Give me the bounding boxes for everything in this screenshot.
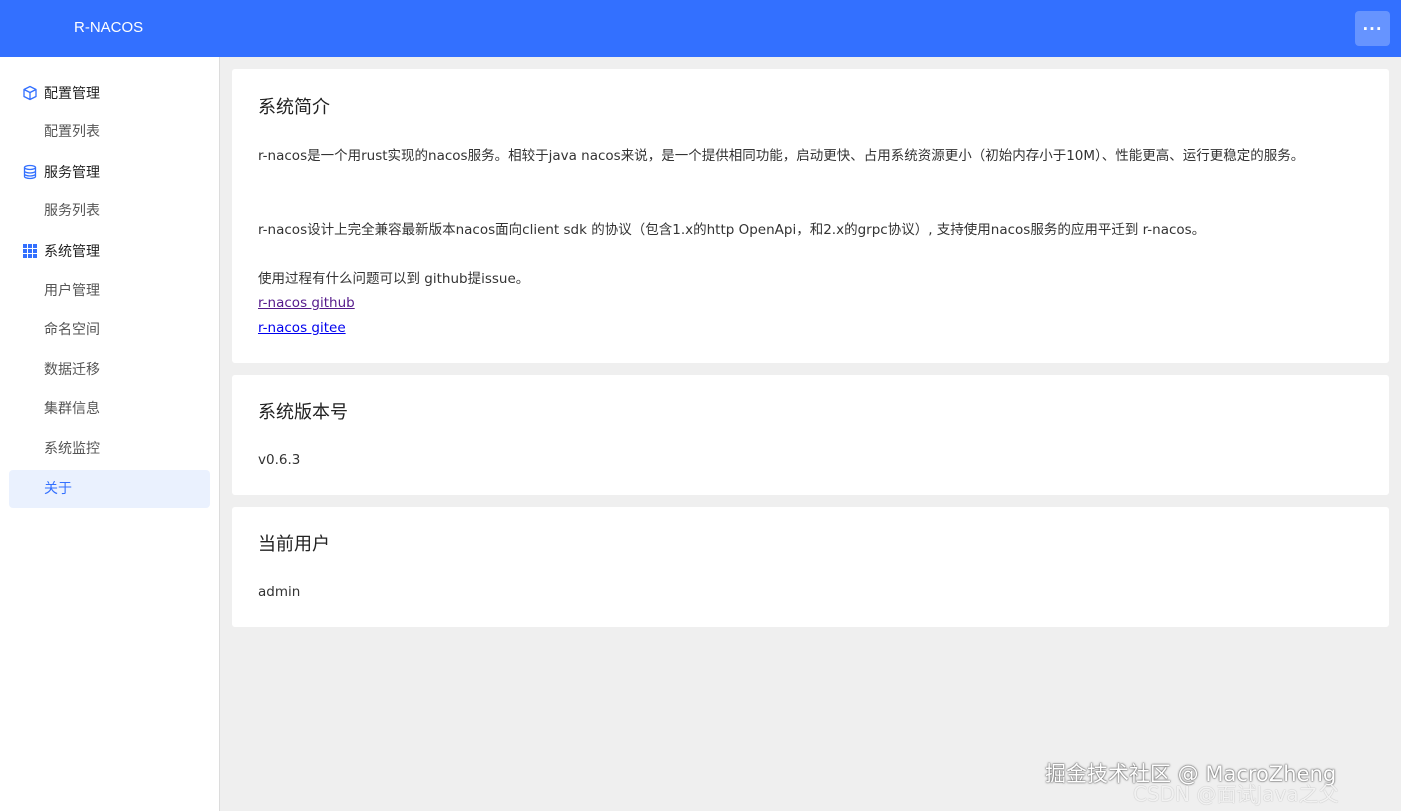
menu-item-user-management[interactable]: 用户管理 — [44, 281, 100, 301]
menu-item-system-monitor[interactable]: 系统监控 — [44, 439, 100, 459]
intro-title: 系统简介 — [258, 97, 330, 118]
grid-icon — [22, 243, 38, 259]
current-user-card: 当前用户 admin — [232, 507, 1389, 627]
menu-group-system-label: 系统管理 — [44, 244, 100, 260]
top-header: R-NACOS ··· — [0, 0, 1401, 57]
current-user-title: 当前用户 — [258, 534, 330, 555]
menu-item-data-migration[interactable]: 数据迁移 — [44, 360, 100, 380]
menu-item-about[interactable] — [9, 470, 210, 508]
database-icon — [22, 164, 38, 180]
intro-card: 系统简介 r-nacos是一个用rust实现的nacos服务。相较于java n… — [232, 69, 1389, 363]
menu-group-service[interactable]: 服务管理 — [22, 162, 100, 182]
menu-group-service-label: 服务管理 — [44, 165, 100, 181]
menu-item-cluster-info[interactable]: 集群信息 — [44, 399, 100, 419]
menu-group-system[interactable]: 系统管理 — [22, 241, 100, 261]
version-card: 系统版本号 v0.6.3 — [232, 375, 1389, 495]
app-title: R-NACOS — [74, 19, 144, 36]
menu-group-config-label: 配置管理 — [44, 86, 100, 102]
version-value: v0.6.3 — [258, 452, 301, 468]
gitee-link[interactable]: r-nacos gitee — [258, 316, 346, 340]
menu-item-service-list[interactable]: 服务列表 — [44, 201, 100, 221]
menu-item-config-list[interactable]: 配置列表 — [44, 122, 100, 142]
watermark-csdn: CSDN @面试Java之父 — [1133, 782, 1339, 806]
menu-item-about-label: 关于 — [44, 481, 72, 497]
version-title: 系统版本号 — [258, 402, 348, 423]
intro-paragraph-2: r-nacos设计上完全兼容最新版本nacos面向client sdk 的协议（… — [258, 222, 1206, 238]
current-user-value: admin — [258, 584, 301, 600]
menu-item-namespace[interactable]: 命名空间 — [44, 320, 100, 340]
more-icon: ··· — [1362, 19, 1383, 38]
intro-paragraph-1: r-nacos是一个用rust实现的nacos服务。相较于java nacos来… — [258, 148, 1305, 164]
cube-icon — [22, 85, 38, 101]
intro-paragraph-3: 使用过程有什么问题可以到 github提issue。 — [258, 271, 530, 287]
sidebar: 配置管理 配置列表 服务管理 服务列表 系统管理 用户管理 命名空间 数据迁移 … — [0, 57, 220, 811]
more-options-button[interactable]: ··· — [1355, 11, 1390, 46]
menu-group-config[interactable]: 配置管理 — [22, 83, 100, 103]
github-link[interactable]: r-nacos github — [258, 291, 355, 315]
